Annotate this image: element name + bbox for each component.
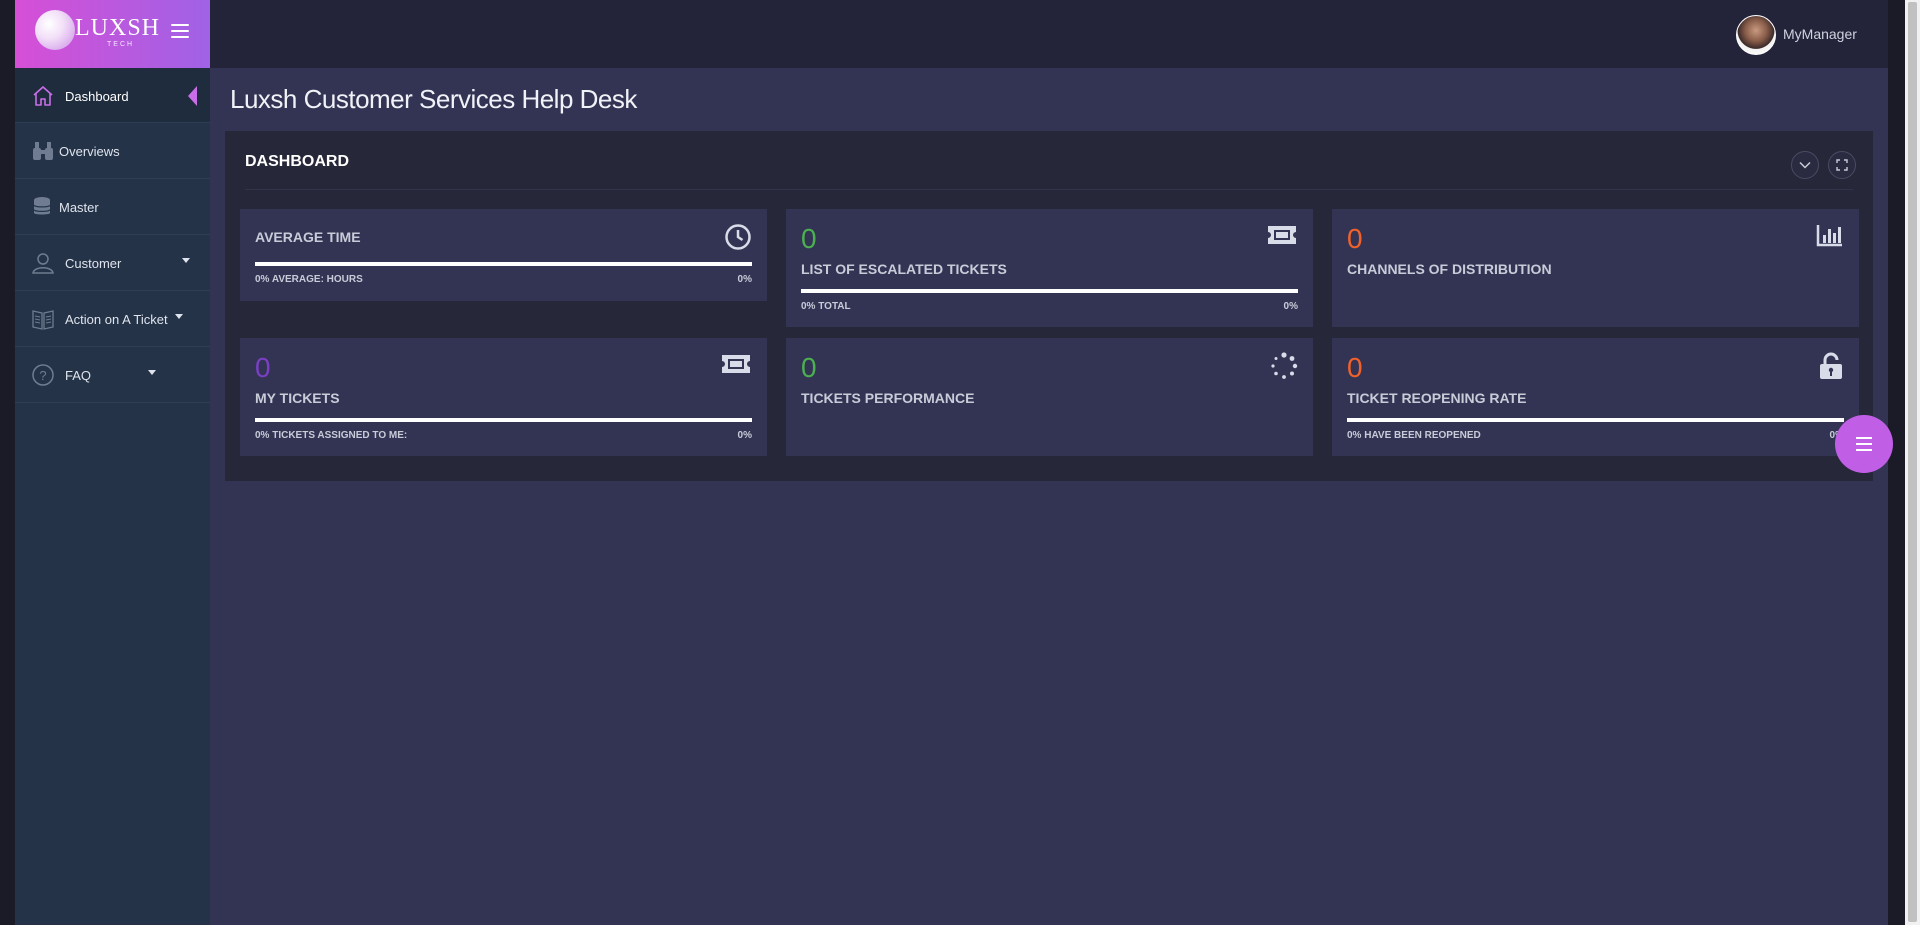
sidebar-item-label: FAQ bbox=[65, 368, 92, 383]
ticket-icon bbox=[1268, 226, 1296, 244]
sidebar-item-label: Action on A Ticket bbox=[65, 312, 168, 327]
menu-icon-line bbox=[1856, 443, 1872, 445]
svg-text:?: ? bbox=[39, 368, 46, 383]
window-edge-left bbox=[0, 0, 15, 925]
panel-title: DASHBOARD bbox=[245, 153, 349, 170]
card-tickets-performance: 0 TICKETS PERFORMANCE bbox=[786, 338, 1313, 456]
collapse-button[interactable] bbox=[1791, 151, 1819, 179]
sidebar-item-overviews[interactable]: Overviews bbox=[15, 123, 210, 179]
sidebar: LUXSH TECH Dashboard Overviews Master Cu… bbox=[15, 0, 210, 925]
card-value: 0 bbox=[801, 223, 817, 254]
sidebar-nav: Dashboard Overviews Master Customer Acti… bbox=[15, 68, 210, 403]
binoculars-icon bbox=[33, 142, 53, 160]
card-sub-left: 0% AVERAGE: HOURS bbox=[255, 274, 363, 285]
sidebar-item-label: Customer bbox=[65, 256, 122, 271]
sidebar-item-master[interactable]: Master bbox=[15, 179, 210, 235]
bar-chart-icon bbox=[1816, 225, 1842, 247]
home-icon bbox=[33, 86, 53, 106]
progress-bar bbox=[1347, 418, 1844, 422]
card-label: LIST OF ESCALATED TICKETS bbox=[801, 261, 1007, 277]
divider bbox=[245, 189, 1853, 190]
scrollbar-thumb[interactable] bbox=[1908, 2, 1917, 922]
card-sub-right: 0% bbox=[737, 430, 752, 441]
progress-bar bbox=[255, 418, 752, 422]
card-label: TICKETS PERFORMANCE bbox=[801, 390, 975, 406]
database-icon bbox=[33, 197, 51, 215]
avatar[interactable] bbox=[1736, 15, 1776, 55]
sidebar-item-label: Master bbox=[59, 200, 99, 215]
card-sub-right: 0% bbox=[1283, 301, 1298, 312]
card-sub-left: 0% TOTAL bbox=[801, 301, 851, 312]
brand-header: LUXSH TECH bbox=[15, 0, 210, 68]
card-label: TICKET REOPENING RATE bbox=[1347, 390, 1527, 406]
user-icon bbox=[32, 253, 54, 274]
sidebar-item-label: Overviews bbox=[59, 144, 120, 159]
window-edge-right bbox=[1888, 0, 1905, 925]
brand-name: LUXSH bbox=[75, 15, 161, 41]
dashboard-panel: DASHBOARD AVERAGE TIME 0% AVERAGE: HOURS… bbox=[225, 131, 1873, 481]
top-bar: MyManager bbox=[210, 0, 1888, 68]
card-sub-left: 0% HAVE BEEN REOPENED bbox=[1347, 430, 1481, 441]
card-my-tickets: 0 MY TICKETS 0% TICKETS ASSIGNED TO ME: … bbox=[240, 338, 767, 456]
page-title: Luxsh Customer Services Help Desk bbox=[230, 84, 637, 114]
unlock-icon bbox=[1820, 352, 1842, 379]
card-value: 0 bbox=[1347, 223, 1363, 254]
card-value: 0 bbox=[255, 352, 271, 383]
chevron-down-icon bbox=[1799, 161, 1811, 169]
chevron-down-icon bbox=[175, 314, 183, 319]
fullscreen-button[interactable] bbox=[1828, 151, 1856, 179]
menu-icon bbox=[1856, 437, 1872, 439]
expand-icon bbox=[1836, 159, 1848, 171]
card-label: CHANNELS OF DISTRIBUTION bbox=[1347, 261, 1552, 277]
user-menu-name[interactable]: MyManager bbox=[1783, 26, 1857, 42]
ticket-icon bbox=[722, 355, 750, 373]
progress-bar bbox=[801, 289, 1298, 293]
card-sub-right: 0% bbox=[737, 274, 752, 285]
main-content: Luxsh Customer Services Help Desk DASHBO… bbox=[210, 68, 1888, 925]
card-value: 0 bbox=[1347, 352, 1363, 383]
chevron-down-icon bbox=[148, 370, 156, 375]
sidebar-toggle-icon[interactable] bbox=[171, 24, 189, 40]
sidebar-item-faq[interactable]: ? FAQ bbox=[15, 347, 210, 403]
card-ticket-reopening-rate: 0 TICKET REOPENING RATE 0% HAVE BEEN REO… bbox=[1332, 338, 1859, 456]
progress-bar bbox=[255, 262, 752, 266]
card-escalated-tickets: 0 LIST OF ESCALATED TICKETS 0% TOTAL 0% bbox=[786, 209, 1313, 327]
brand-sub: TECH bbox=[107, 41, 135, 48]
book-icon bbox=[32, 310, 54, 330]
chevron-down-icon bbox=[182, 258, 190, 263]
card-label: MY TICKETS bbox=[255, 390, 340, 406]
sidebar-item-customer[interactable]: Customer bbox=[15, 235, 210, 291]
card-average-time: AVERAGE TIME 0% AVERAGE: HOURS 0% bbox=[240, 209, 767, 301]
card-sub-left: 0% TICKETS ASSIGNED TO ME: bbox=[255, 430, 408, 441]
sidebar-item-action-on-a-ticket[interactable]: Action on A Ticket bbox=[15, 291, 210, 347]
card-label: AVERAGE TIME bbox=[255, 229, 361, 245]
question-circle-icon: ? bbox=[32, 364, 54, 386]
menu-icon-line bbox=[1856, 449, 1872, 451]
floating-menu-button[interactable] bbox=[1835, 415, 1893, 473]
logo-globe-icon bbox=[35, 10, 75, 50]
sidebar-item-label: Dashboard bbox=[65, 89, 129, 104]
card-channels-of-distribution: 0 CHANNELS OF DISTRIBUTION bbox=[1332, 209, 1859, 327]
spinner-icon bbox=[1271, 352, 1298, 379]
sidebar-item-dashboard[interactable]: Dashboard bbox=[15, 68, 210, 123]
active-item-marker bbox=[188, 86, 197, 106]
scrollbar[interactable] bbox=[1905, 0, 1920, 925]
clock-icon bbox=[725, 224, 751, 250]
card-value: 0 bbox=[801, 352, 817, 383]
